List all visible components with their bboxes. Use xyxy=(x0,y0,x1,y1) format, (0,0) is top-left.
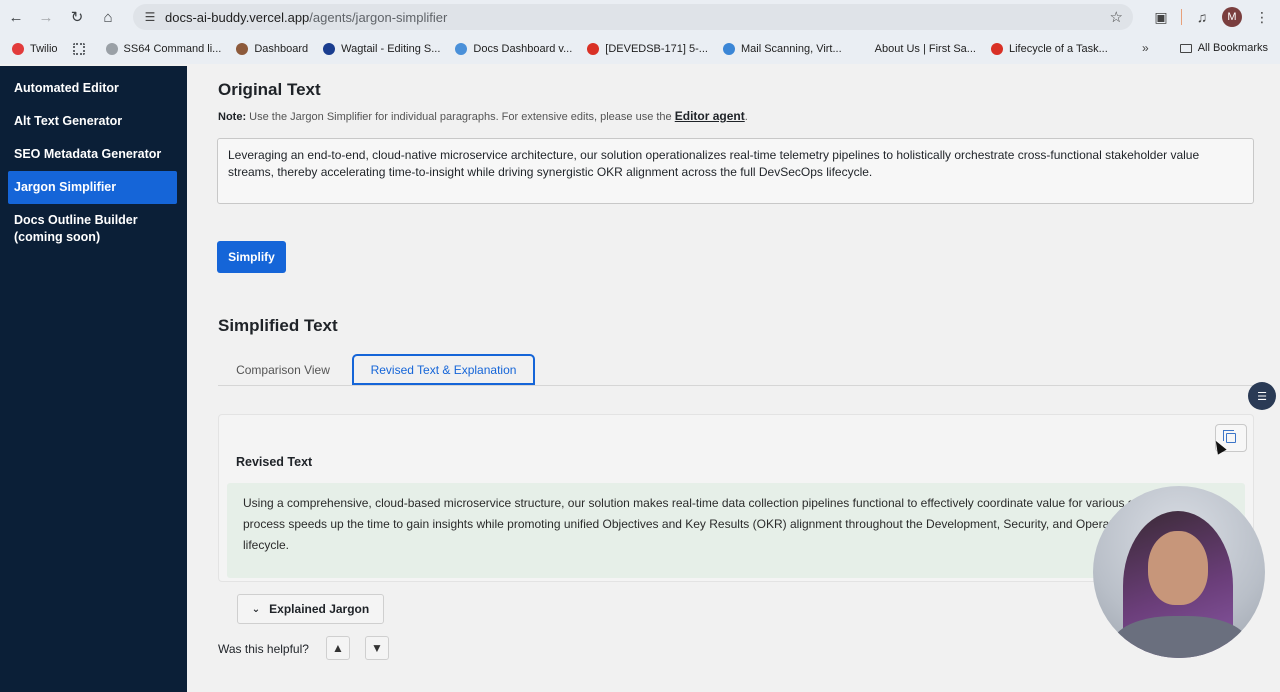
presenter-video-overlay xyxy=(1093,486,1265,658)
tab-comparison-view[interactable]: Comparison View xyxy=(218,354,348,385)
sidebar-item-alt-text-generator[interactable]: Alt Text Generator xyxy=(8,105,177,138)
bookmark-favicon-icon xyxy=(236,43,249,55)
address-bar[interactable]: ☰ docs-ai-buddy.vercel.app/agents/jargon… xyxy=(133,4,1133,30)
bookmark-favicon-icon xyxy=(990,43,1003,55)
back-icon[interactable]: ← xyxy=(1,2,31,32)
bookmark-label: Wagtail - Editing S... xyxy=(341,43,441,55)
bookmark-label: Mail Scanning, Virt... xyxy=(740,43,842,55)
sidebar-item-docs-outline-builder[interactable]: Docs Outline Builder (coming soon) xyxy=(8,204,158,254)
browser-menu-icon[interactable]: ⋮ xyxy=(1250,9,1274,26)
media-controls-icon[interactable]: ♫ xyxy=(1190,9,1214,25)
presenter-face xyxy=(1148,531,1208,605)
bookmark-item[interactable] xyxy=(72,43,91,55)
bookmark-favicon-icon xyxy=(722,43,735,55)
note-body: Use the Jargon Simplifier for individual… xyxy=(246,111,675,123)
explained-jargon-label: Explained Jargon xyxy=(269,602,370,616)
thumbs-down-icon: ▼ xyxy=(371,641,383,655)
bookmark-favicon-icon xyxy=(323,43,336,55)
tab-revised-text-explanation[interactable]: Revised Text & Explanation xyxy=(352,354,535,385)
bookmark-label: Twilio xyxy=(30,43,58,55)
browser-actions: ▣ ♫ M ⋮ xyxy=(1149,4,1274,30)
explained-jargon-toggle[interactable]: ⌄ Explained Jargon xyxy=(237,594,384,624)
bookmark-label: SS64 Command li... xyxy=(123,43,222,55)
bookmarks-bar: Twilio SS64 Command li... Dashboard Wagtail… xyxy=(0,34,1280,64)
floating-menu-icon[interactable]: ☰ xyxy=(1248,382,1276,410)
bookmark-item[interactable]: Docs Dashboard v... xyxy=(455,43,572,55)
revised-text-heading: Revised Text xyxy=(236,455,313,469)
original-text-heading: Original Text xyxy=(218,80,321,99)
bookmark-item[interactable]: Dashboard xyxy=(236,43,308,55)
bookmark-label: Docs Dashboard v... xyxy=(473,43,573,55)
bookmark-item[interactable]: About Us | First Sa... xyxy=(856,43,976,55)
editor-agent-link[interactable]: Editor agent xyxy=(675,109,745,123)
note-text: Note: Use the Jargon Simplifier for indi… xyxy=(218,109,748,123)
bookmark-favicon-icon xyxy=(105,43,118,55)
bookmark-favicon-icon xyxy=(455,43,468,55)
extensions-icon[interactable]: ▣ xyxy=(1149,9,1173,26)
bookmark-label: About Us | First Sa... xyxy=(874,43,976,55)
bookmark-item[interactable]: Lifecycle of a Task... xyxy=(990,43,1108,55)
thumbs-up-button[interactable]: ▲ xyxy=(326,636,350,660)
all-bookmarks[interactable]: All Bookmarks xyxy=(1179,42,1268,54)
sidebar-item-automated-editor[interactable]: Automated Editor xyxy=(8,72,177,105)
bookmark-label: Dashboard xyxy=(254,43,309,55)
bookmark-favicon-icon xyxy=(856,43,869,55)
url-text: docs-ai-buddy.vercel.app/agents/jargon-s… xyxy=(165,10,447,25)
bookmark-star-icon[interactable]: ☆ xyxy=(1110,8,1123,26)
site-info-icon[interactable]: ☰ xyxy=(137,10,163,24)
url-host: docs-ai-buddy.vercel.app xyxy=(165,9,310,25)
presenter-shirt xyxy=(1113,616,1248,658)
home-icon[interactable]: ⌂ xyxy=(93,2,123,32)
toolbar-divider xyxy=(1181,9,1182,25)
url-path: /agents/jargon-simplifier xyxy=(309,9,448,25)
revised-text-output: Using a comprehensive, cloud-based micro… xyxy=(227,483,1245,578)
sidebar-item-jargon-simplifier[interactable]: Jargon Simplifier xyxy=(8,171,177,204)
all-bookmarks-label: All Bookmarks xyxy=(1197,42,1268,54)
bookmark-item[interactable]: Wagtail - Editing S... xyxy=(323,43,440,55)
apps-grid-icon xyxy=(72,43,85,55)
note-end: . xyxy=(744,111,748,123)
folder-icon xyxy=(1179,43,1192,53)
thumbs-up-icon: ▲ xyxy=(332,641,344,655)
simplify-button[interactable]: Simplify xyxy=(217,241,286,273)
bookmark-favicon-icon xyxy=(12,43,24,55)
chevron-down-icon: ⌄ xyxy=(251,603,261,615)
bookmark-item[interactable]: SS64 Command li... xyxy=(105,43,222,55)
original-text-input[interactable]: Leveraging an end-to-end, cloud-native m… xyxy=(217,138,1254,204)
profile-avatar[interactable]: M xyxy=(1222,7,1242,27)
bookmark-label: [DEVEDSB-171] 5-... xyxy=(605,43,708,55)
note-label: Note: xyxy=(218,111,247,123)
bookmark-favicon-icon xyxy=(587,43,600,55)
sidebar-item-seo-metadata-generator[interactable]: SEO Metadata Generator xyxy=(8,138,177,171)
thumbs-down-button[interactable]: ▼ xyxy=(365,636,389,660)
helpful-prompt: Was this helpful? xyxy=(218,642,309,656)
bookmark-label: Lifecycle of a Task... xyxy=(1008,43,1108,55)
reload-icon[interactable]: ↻ xyxy=(62,2,92,32)
simplified-text-heading: Simplified Text xyxy=(218,316,338,335)
result-tabs: Comparison View Revised Text & Explanati… xyxy=(218,354,1254,386)
forward-icon[interactable]: → xyxy=(31,2,61,32)
sidebar: Automated Editor Alt Text Generator SEO … xyxy=(0,66,187,692)
bookmark-item[interactable]: [DEVEDSB-171] 5-... xyxy=(587,43,708,55)
copy-icon xyxy=(1223,430,1236,443)
bookmark-item[interactable]: Mail Scanning, Virt... xyxy=(722,43,842,55)
browser-toolbar: ← → ↻ ⌂ ☰ docs-ai-buddy.vercel.app/agent… xyxy=(0,0,1280,34)
bookmark-item[interactable]: Twilio xyxy=(12,43,58,55)
more-bookmarks-icon[interactable]: » xyxy=(1142,41,1149,55)
